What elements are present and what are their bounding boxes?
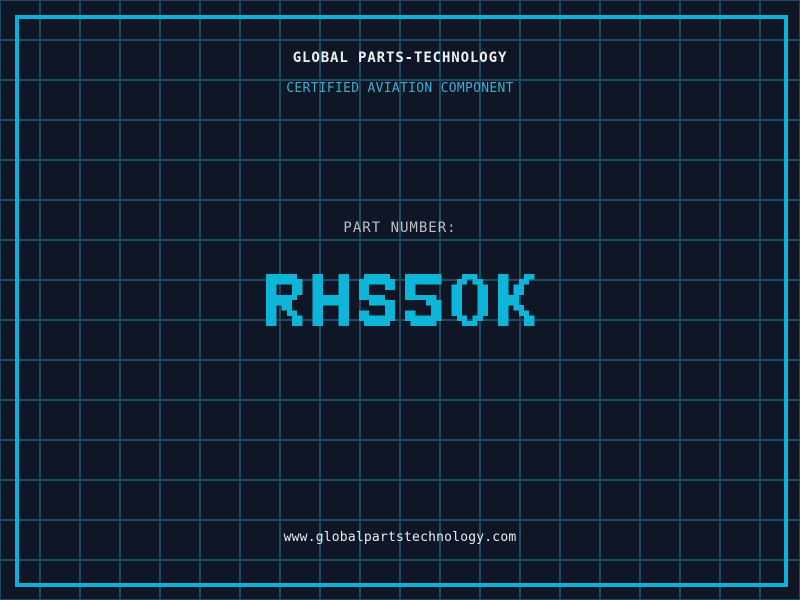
part-number-value [0,274,800,326]
certification-subtitle: CERTIFIED AVIATION COMPONENT [286,81,514,96]
website-url: www.globalpartstechnology.com [283,530,517,545]
company-title: GLOBAL PARTS-TECHNOLOGY [292,50,508,66]
part-number-label: PART NUMBER: [343,220,457,236]
